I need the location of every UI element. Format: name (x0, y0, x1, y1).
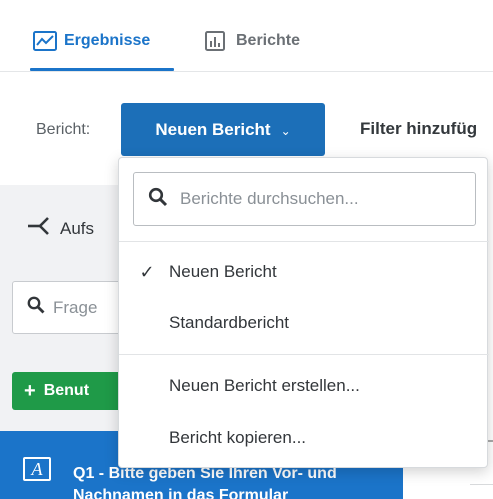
breakdown-button[interactable]: Aufs (26, 215, 94, 242)
tab-ergebnisse[interactable]: Ergebnisse (33, 26, 150, 56)
report-search-placeholder: Berichte durchsuchen... (180, 189, 359, 208)
right-panel-divider (470, 484, 493, 485)
tab-label: Berichte (236, 32, 301, 49)
menu-divider (119, 354, 489, 355)
menu-item-create-report[interactable]: Neuen Bericht erstellen... (119, 364, 489, 408)
question-text: Q1 - Bitte geben Sie Ihren Vor- und Nach… (73, 465, 337, 499)
text-entry-icon: A (23, 457, 51, 481)
chart-line-icon (33, 31, 57, 51)
menu-item-label: Neuen Bericht (169, 262, 277, 281)
add-custom-label: Benut (43, 382, 90, 399)
menu-item-label: Standardbericht (169, 313, 290, 332)
menu-item-neuen-bericht[interactable]: ✓ Neuen Bericht (119, 250, 489, 294)
bar-chart-icon (205, 31, 229, 51)
menu-item-copy-report[interactable]: Bericht kopieren... (119, 416, 489, 460)
report-select-button[interactable]: Neuen Bericht ⌄ (121, 103, 325, 156)
menu-item-standardbericht[interactable]: Standardbericht (119, 301, 489, 345)
menu-item-label: Bericht kopieren... (169, 428, 307, 447)
report-search-input[interactable]: Berichte durchsuchen... (133, 172, 476, 226)
tab-berichte[interactable]: Berichte (205, 26, 300, 56)
chevron-down-icon: ⌄ (280, 123, 291, 138)
branch-icon (26, 215, 50, 242)
search-icon (27, 296, 45, 319)
plus-icon: + (24, 379, 36, 402)
tab-bar: Ergebnisse Berichte (0, 0, 493, 72)
checkmark-icon: ✓ (139, 261, 155, 282)
add-filter-button[interactable]: Filter hinzufüg (360, 119, 477, 139)
search-icon (148, 187, 168, 212)
active-tab-indicator (30, 68, 174, 71)
report-button-label: Neuen Bericht (155, 119, 271, 139)
breakdown-label: Aufs (60, 218, 95, 238)
menu-divider (119, 241, 489, 242)
report-dropdown-menu: Berichte durchsuchen... ✓ Neuen Bericht … (118, 157, 489, 468)
tab-label: Ergebnisse (64, 32, 151, 49)
question-search-placeholder: Frage (53, 297, 98, 317)
report-label: Bericht: (36, 121, 91, 138)
menu-item-label: Neuen Bericht erstellen... (169, 376, 360, 395)
